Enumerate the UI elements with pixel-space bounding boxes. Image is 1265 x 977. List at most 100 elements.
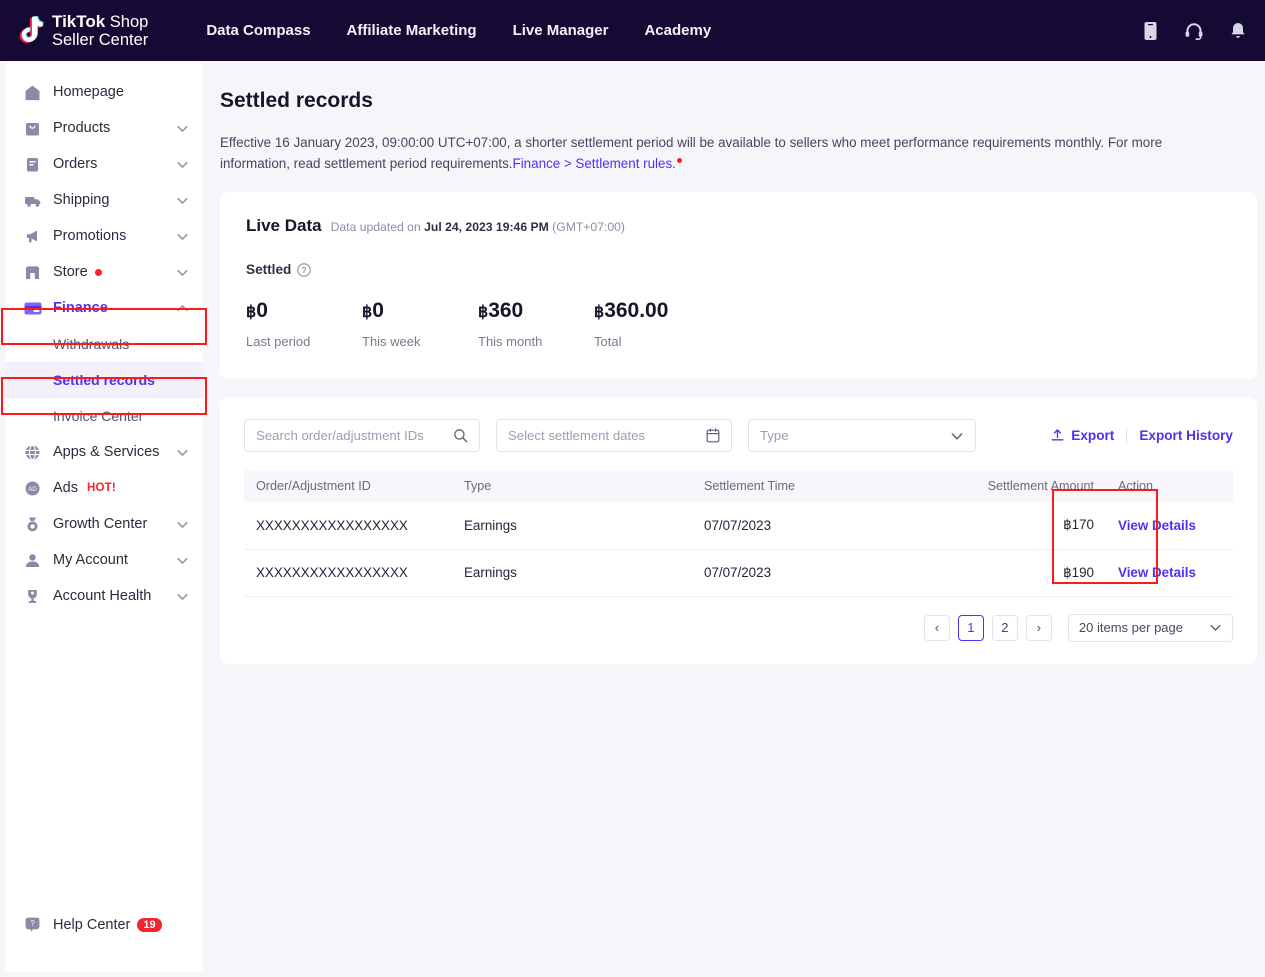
chevron-down-icon bbox=[176, 158, 189, 171]
help-center-label: Help Center bbox=[53, 917, 130, 933]
truck-icon bbox=[23, 191, 42, 210]
brand-shop: Shop bbox=[105, 13, 148, 31]
pagination: ‹ 1 2 › 20 items per page bbox=[244, 614, 1233, 642]
megaphone-icon bbox=[23, 227, 42, 246]
chevron-up-icon bbox=[176, 302, 189, 315]
export-history-label: Export History bbox=[1139, 428, 1233, 443]
chevron-down-icon[interactable] bbox=[950, 429, 964, 443]
sidebar-item-growth-center[interactable]: Growth Center bbox=[5, 506, 203, 542]
live-data-title: Live Data bbox=[246, 216, 322, 236]
sidebar-item-withdrawals[interactable]: Withdrawals bbox=[5, 326, 203, 362]
currency-symbol: ฿ bbox=[594, 304, 604, 321]
live-data-header: Live Data Data updated on Jul 24, 2023 1… bbox=[246, 216, 1231, 236]
ads-icon: AD bbox=[23, 479, 42, 498]
globe-icon bbox=[23, 443, 42, 462]
sidebar-item-label: Account Health bbox=[53, 588, 176, 604]
settled-records-table: Order/Adjustment ID Type Settlement Time… bbox=[244, 470, 1233, 597]
settlement-rules-link[interactable]: Finance > Settlement rules. bbox=[513, 156, 676, 171]
view-details-link[interactable]: View Details bbox=[1118, 565, 1196, 580]
nav-item-affiliate-marketing[interactable]: Affiliate Marketing bbox=[347, 22, 477, 39]
sidebar-item-label: Store bbox=[53, 264, 88, 280]
sidebar-item-apps-services[interactable]: Apps & Services bbox=[5, 434, 203, 470]
currency-symbol: ฿ bbox=[246, 304, 256, 321]
sidebar-item-promotions[interactable]: Promotions bbox=[5, 218, 203, 254]
headset-icon[interactable] bbox=[1183, 20, 1205, 42]
sidebar-item-my-account[interactable]: My Account bbox=[5, 542, 203, 578]
brand-logo[interactable]: TikTok Shop Seller Center bbox=[14, 12, 148, 50]
sidebar-item-finance[interactable]: Finance bbox=[5, 290, 203, 326]
export-history-button[interactable]: Export History bbox=[1139, 428, 1233, 443]
calendar-icon[interactable] bbox=[706, 428, 720, 443]
sidebar-item-ads[interactable]: AD Ads HOT! bbox=[5, 470, 203, 506]
stat-value: ฿0 bbox=[246, 299, 362, 323]
sidebar-menu: Homepage Products Orders Shipping Promot… bbox=[5, 61, 203, 614]
settled-stats: ฿0 Last period ฿0 This week ฿360 This mo… bbox=[246, 299, 1231, 349]
cell-order-id: XXXXXXXXXXXXXXXXX bbox=[244, 549, 452, 596]
date-placeholder: Select settlement dates bbox=[508, 428, 645, 443]
sidebar-item-store[interactable]: Store bbox=[5, 254, 203, 290]
page-title: Settled records bbox=[220, 89, 1255, 113]
sidebar-item-shipping[interactable]: Shipping bbox=[5, 182, 203, 218]
nav-item-data-compass[interactable]: Data Compass bbox=[206, 22, 310, 39]
cell-action: View Details bbox=[1106, 549, 1233, 596]
stat-value: ฿360 bbox=[478, 299, 594, 323]
search-icon[interactable] bbox=[453, 428, 468, 443]
stat-number: 360 bbox=[488, 299, 523, 322]
stat-value: ฿360.00 bbox=[594, 299, 710, 323]
pagination-prev-button[interactable]: ‹ bbox=[924, 615, 950, 641]
bell-icon[interactable] bbox=[1227, 20, 1249, 42]
brand-text: TikTok Shop Seller Center bbox=[52, 12, 148, 50]
search-input[interactable]: Search order/adjustment IDs bbox=[244, 419, 480, 452]
question-mark-icon[interactable]: ? bbox=[297, 263, 311, 277]
nav-item-live-manager[interactable]: Live Manager bbox=[513, 22, 609, 39]
type-select[interactable]: Type bbox=[748, 419, 976, 452]
sidebar-item-homepage[interactable]: Homepage bbox=[5, 74, 203, 110]
stat-total: ฿360.00 Total bbox=[594, 299, 710, 349]
stat-number: 0 bbox=[256, 299, 268, 322]
cell-settlement-time: 07/07/2023 bbox=[692, 549, 942, 596]
page-description: Effective 16 January 2023, 09:00:00 UTC+… bbox=[220, 132, 1195, 174]
pagination-page-2[interactable]: 2 bbox=[992, 615, 1018, 641]
updated-date: Jul 24, 2023 19:46 PM bbox=[424, 220, 549, 234]
sidebar-item-invoice-center[interactable]: Invoice Center bbox=[5, 398, 203, 434]
sidebar-item-label: Finance bbox=[53, 300, 176, 316]
items-per-page-label: 20 items per page bbox=[1079, 620, 1183, 635]
settlement-date-picker[interactable]: Select settlement dates bbox=[496, 419, 732, 452]
view-details-link[interactable]: View Details bbox=[1118, 518, 1196, 533]
cell-order-id: XXXXXXXXXXXXXXXXX bbox=[244, 502, 452, 549]
chevron-down-icon bbox=[176, 230, 189, 243]
sidebar: Homepage Products Orders Shipping Promot… bbox=[5, 61, 203, 972]
svg-text:?: ? bbox=[302, 266, 307, 275]
export-button[interactable]: Export bbox=[1050, 428, 1114, 443]
live-data-updated: Data updated on Jul 24, 2023 19:46 PM (G… bbox=[331, 220, 625, 234]
sidebar-item-settled-records[interactable]: Settled records bbox=[5, 362, 203, 398]
chevron-down-icon bbox=[176, 266, 189, 279]
mobile-icon[interactable] bbox=[1139, 20, 1161, 42]
live-data-card: Live Data Data updated on Jul 24, 2023 1… bbox=[220, 192, 1257, 379]
bag-icon bbox=[23, 119, 42, 138]
svg-text:?: ? bbox=[30, 919, 35, 928]
pagination-next-button[interactable]: › bbox=[1026, 615, 1052, 641]
pagination-page-1[interactable]: 1 bbox=[958, 615, 984, 641]
sidebar-item-products[interactable]: Products bbox=[5, 110, 203, 146]
sidebar-item-orders[interactable]: Orders bbox=[5, 146, 203, 182]
sidebar-item-label: Orders bbox=[53, 156, 176, 172]
sidebar-item-label: My Account bbox=[53, 552, 176, 568]
cell-type: Earnings bbox=[452, 549, 692, 596]
clipboard-icon bbox=[23, 155, 42, 174]
home-icon bbox=[23, 83, 42, 102]
sidebar-item-label: Homepage bbox=[53, 84, 189, 100]
question-bubble-icon: ? bbox=[23, 915, 42, 934]
sidebar-item-help-center[interactable]: ? Help Center 19 bbox=[5, 915, 203, 934]
top-navigation-bar: TikTok Shop Seller Center Data Compass A… bbox=[0, 0, 1265, 61]
ads-hot-badge: HOT! bbox=[87, 482, 116, 494]
store-notification-dot bbox=[95, 269, 102, 276]
nav-item-academy[interactable]: Academy bbox=[644, 22, 711, 39]
stat-number: 360.00 bbox=[604, 299, 668, 322]
items-per-page-select[interactable]: 20 items per page bbox=[1068, 614, 1233, 642]
settled-label: Settled bbox=[246, 262, 291, 277]
top-nav-items: Data Compass Affiliate Marketing Live Ma… bbox=[206, 22, 711, 39]
sidebar-item-account-health[interactable]: Account Health bbox=[5, 578, 203, 614]
top-nav-icons bbox=[1139, 20, 1249, 42]
brand-tiktok: TikTok bbox=[52, 12, 105, 31]
